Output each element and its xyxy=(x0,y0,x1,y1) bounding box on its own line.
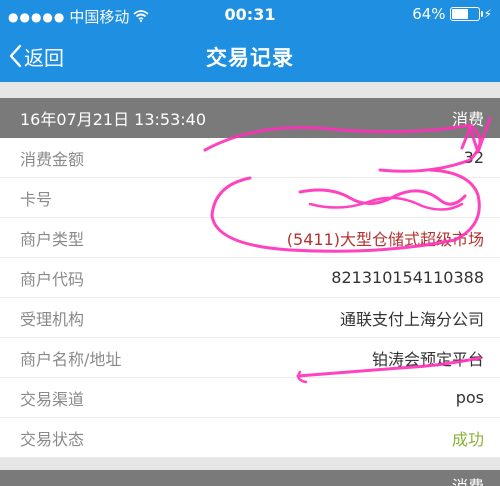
status-bar: ●●●●● 中国移动 00:31 64% ⚡ xyxy=(0,0,500,30)
battery-fill xyxy=(451,9,469,19)
row-acquirer: 受理机构 通联支付上海分公司 xyxy=(0,298,500,338)
status-right: 64% ⚡ xyxy=(412,5,492,23)
record-datetime: 16年07月21日 13:53:40 xyxy=(20,110,207,129)
row-label: 受理机构 xyxy=(20,309,85,329)
row-label: 商户名称/地址 xyxy=(20,349,122,369)
battery-percent: 64% xyxy=(412,5,446,23)
row-merchant-name: 商户名称/地址 铂涛会预定平台 xyxy=(0,338,500,378)
channel-value: pos xyxy=(455,388,484,407)
merchant-code-value: 821310154110388 xyxy=(331,268,484,287)
page-title: 交易记录 xyxy=(206,46,294,70)
row-label: 交易状态 xyxy=(20,429,85,449)
amount-value: 32 xyxy=(463,148,484,167)
record-type: 消费 xyxy=(452,473,484,486)
nav-bar: 返回 交易记录 xyxy=(0,30,500,82)
row-amount: 消费金额 32 xyxy=(0,138,500,178)
row-merchant-type: 商户类型 (5411)大型仓储式超级市场 xyxy=(0,218,500,258)
next-transaction-record[interactable]: 消费 xyxy=(0,470,500,486)
row-label: 交易渠道 xyxy=(20,389,85,409)
row-status: 交易状态 成功 xyxy=(0,418,500,458)
row-label: 商户类型 xyxy=(20,229,85,249)
row-channel: 交易渠道 pos xyxy=(0,378,500,418)
status-value: 成功 xyxy=(451,429,484,449)
merchant-name-value: 铂涛会预定平台 xyxy=(371,349,484,369)
charging-icon: ⚡ xyxy=(483,7,492,21)
acquirer-value: 通联支付上海分公司 xyxy=(339,309,484,329)
record-header: 16年07月21日 13:53:40 消费 xyxy=(0,98,500,138)
record-type: 消费 xyxy=(451,110,484,129)
transaction-record[interactable]: 16年07月21日 13:53:40 消费 消费金额 32 卡号 商户类型 (5… xyxy=(0,98,500,458)
row-label: 卡号 xyxy=(20,189,53,209)
row-card-number: 卡号 xyxy=(0,178,500,218)
record-header: 消费 xyxy=(0,470,500,486)
row-merchant-code: 商户代码 821310154110388 xyxy=(0,258,500,298)
row-label: 商户代码 xyxy=(20,269,85,289)
merchant-type-value: (5411)大型仓储式超级市场 xyxy=(286,229,484,249)
row-label: 消费金额 xyxy=(20,149,85,169)
battery-icon xyxy=(449,7,483,21)
